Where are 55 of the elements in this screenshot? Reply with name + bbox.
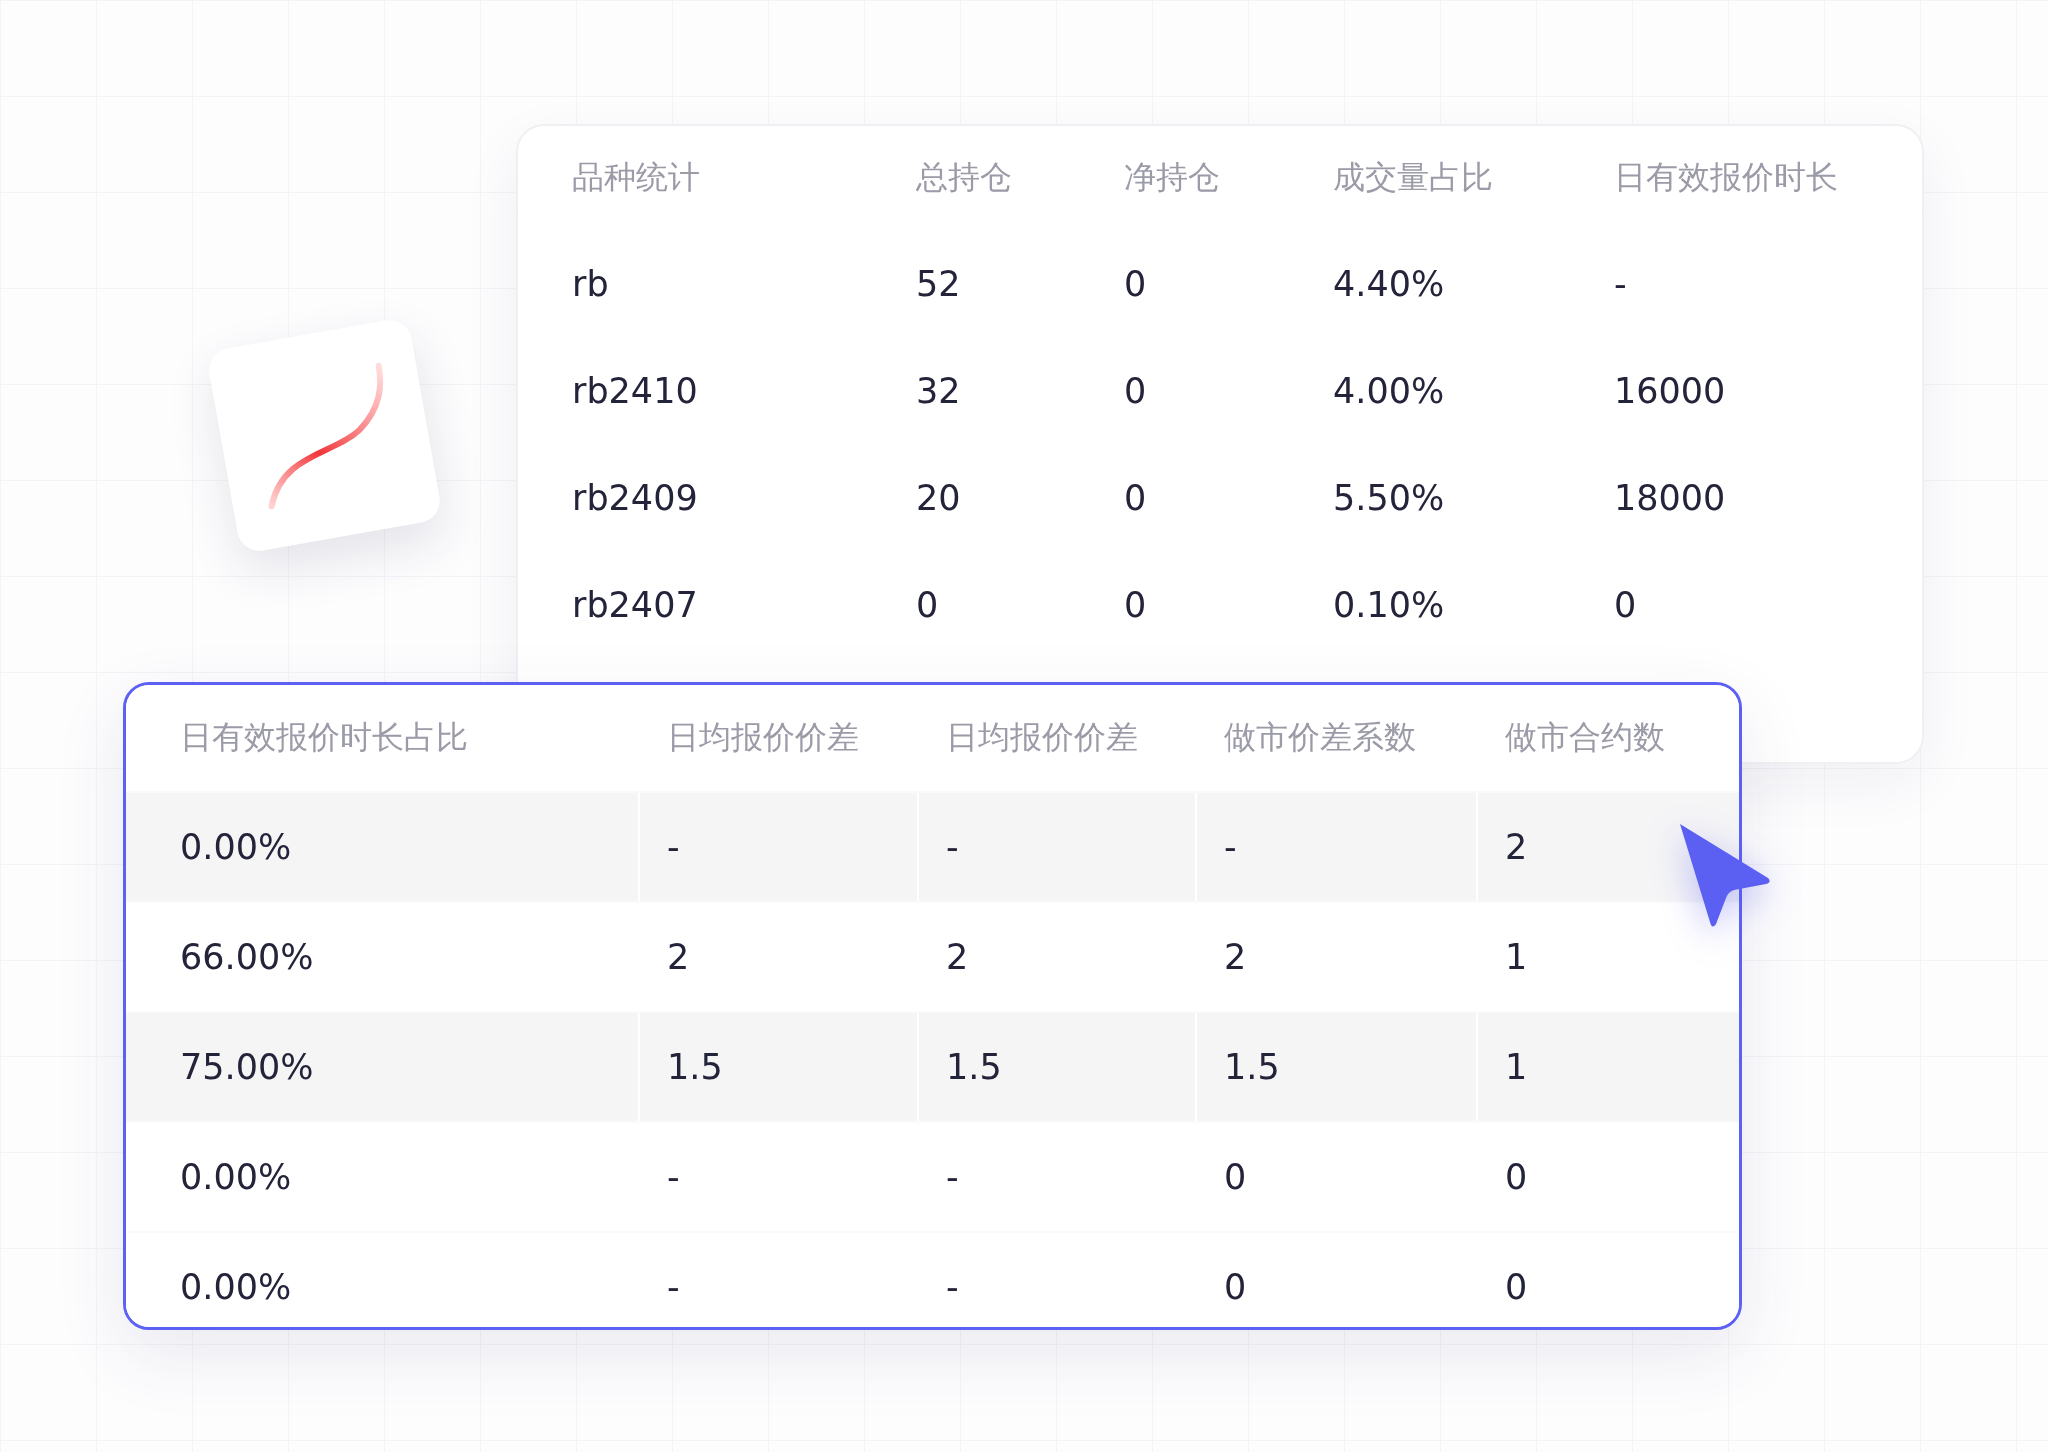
table-cell: 32 [916, 370, 961, 411]
table-cell: - [667, 1267, 680, 1307]
table-cell: - [667, 827, 680, 867]
table-cell: 0.00% [180, 1157, 292, 1197]
table-cell: 75.00% [180, 1047, 314, 1087]
table-cell: 16000 [1614, 370, 1726, 411]
column-header: 做市合约数 [1505, 717, 1665, 758]
table-cell: 2 [1505, 827, 1528, 867]
table-cell: 1.5 [946, 1047, 1002, 1087]
table-cell: rb2410 [572, 370, 698, 411]
table-cell: 1.5 [667, 1047, 723, 1087]
table-cell: - [946, 827, 959, 867]
table-cell: - [946, 1157, 959, 1197]
table-cell: 0.00% [180, 827, 292, 867]
table-cell: 1 [1505, 937, 1528, 977]
table-cell: - [946, 1267, 959, 1307]
table-cell: 0.10% [1333, 584, 1445, 625]
table-cell: 2 [667, 937, 690, 977]
table-cell: 0 [1124, 477, 1147, 518]
table-cell: - [1614, 263, 1627, 304]
table-cell: 0 [1505, 1267, 1528, 1307]
column-header: 成交量占比 [1333, 158, 1493, 196]
table-cell: 20 [916, 477, 961, 518]
column-header: 日均报价价差 [667, 717, 859, 758]
column-header: 品种统计 [572, 158, 700, 196]
table-cell: 0 [1124, 584, 1147, 625]
table-cell: 2 [946, 937, 969, 977]
column-header: 日有效报价时长 [1614, 158, 1838, 196]
table-cell: 0 [1224, 1157, 1247, 1197]
column-header: 日均报价价差 [946, 717, 1138, 758]
table-cell: 2 [1224, 937, 1247, 977]
table-cell: 4.00% [1333, 370, 1445, 411]
table-cell: 4.40% [1333, 263, 1445, 304]
table-cell: 0.00% [180, 1267, 292, 1307]
table-cell: 0 [1124, 370, 1147, 411]
table-cell: rb [572, 263, 609, 304]
table-cell: 0 [916, 584, 939, 625]
table-cell: 0 [1124, 263, 1147, 304]
table-cell: 66.00% [180, 937, 314, 977]
column-header: 总持仓 [916, 158, 1012, 196]
table-cell: 0 [1224, 1267, 1247, 1307]
table-cell: rb2409 [572, 477, 698, 518]
table-cell: 18000 [1614, 477, 1726, 518]
table-cell: 52 [916, 263, 961, 304]
table-cell: 0 [1614, 584, 1637, 625]
table-cell: 5.50% [1333, 477, 1445, 518]
table-cell: - [1224, 827, 1237, 867]
column-header: 日有效报价时长占比 [180, 717, 468, 758]
table-cell: 1 [1505, 1047, 1528, 1087]
column-header: 净持仓 [1124, 158, 1220, 196]
table-cell: 0 [1505, 1157, 1528, 1197]
column-header: 做市价差系数 [1224, 717, 1416, 758]
table-cell: - [667, 1157, 680, 1197]
table-cell: 1.5 [1224, 1047, 1280, 1087]
table-cell: rb2407 [572, 584, 698, 625]
